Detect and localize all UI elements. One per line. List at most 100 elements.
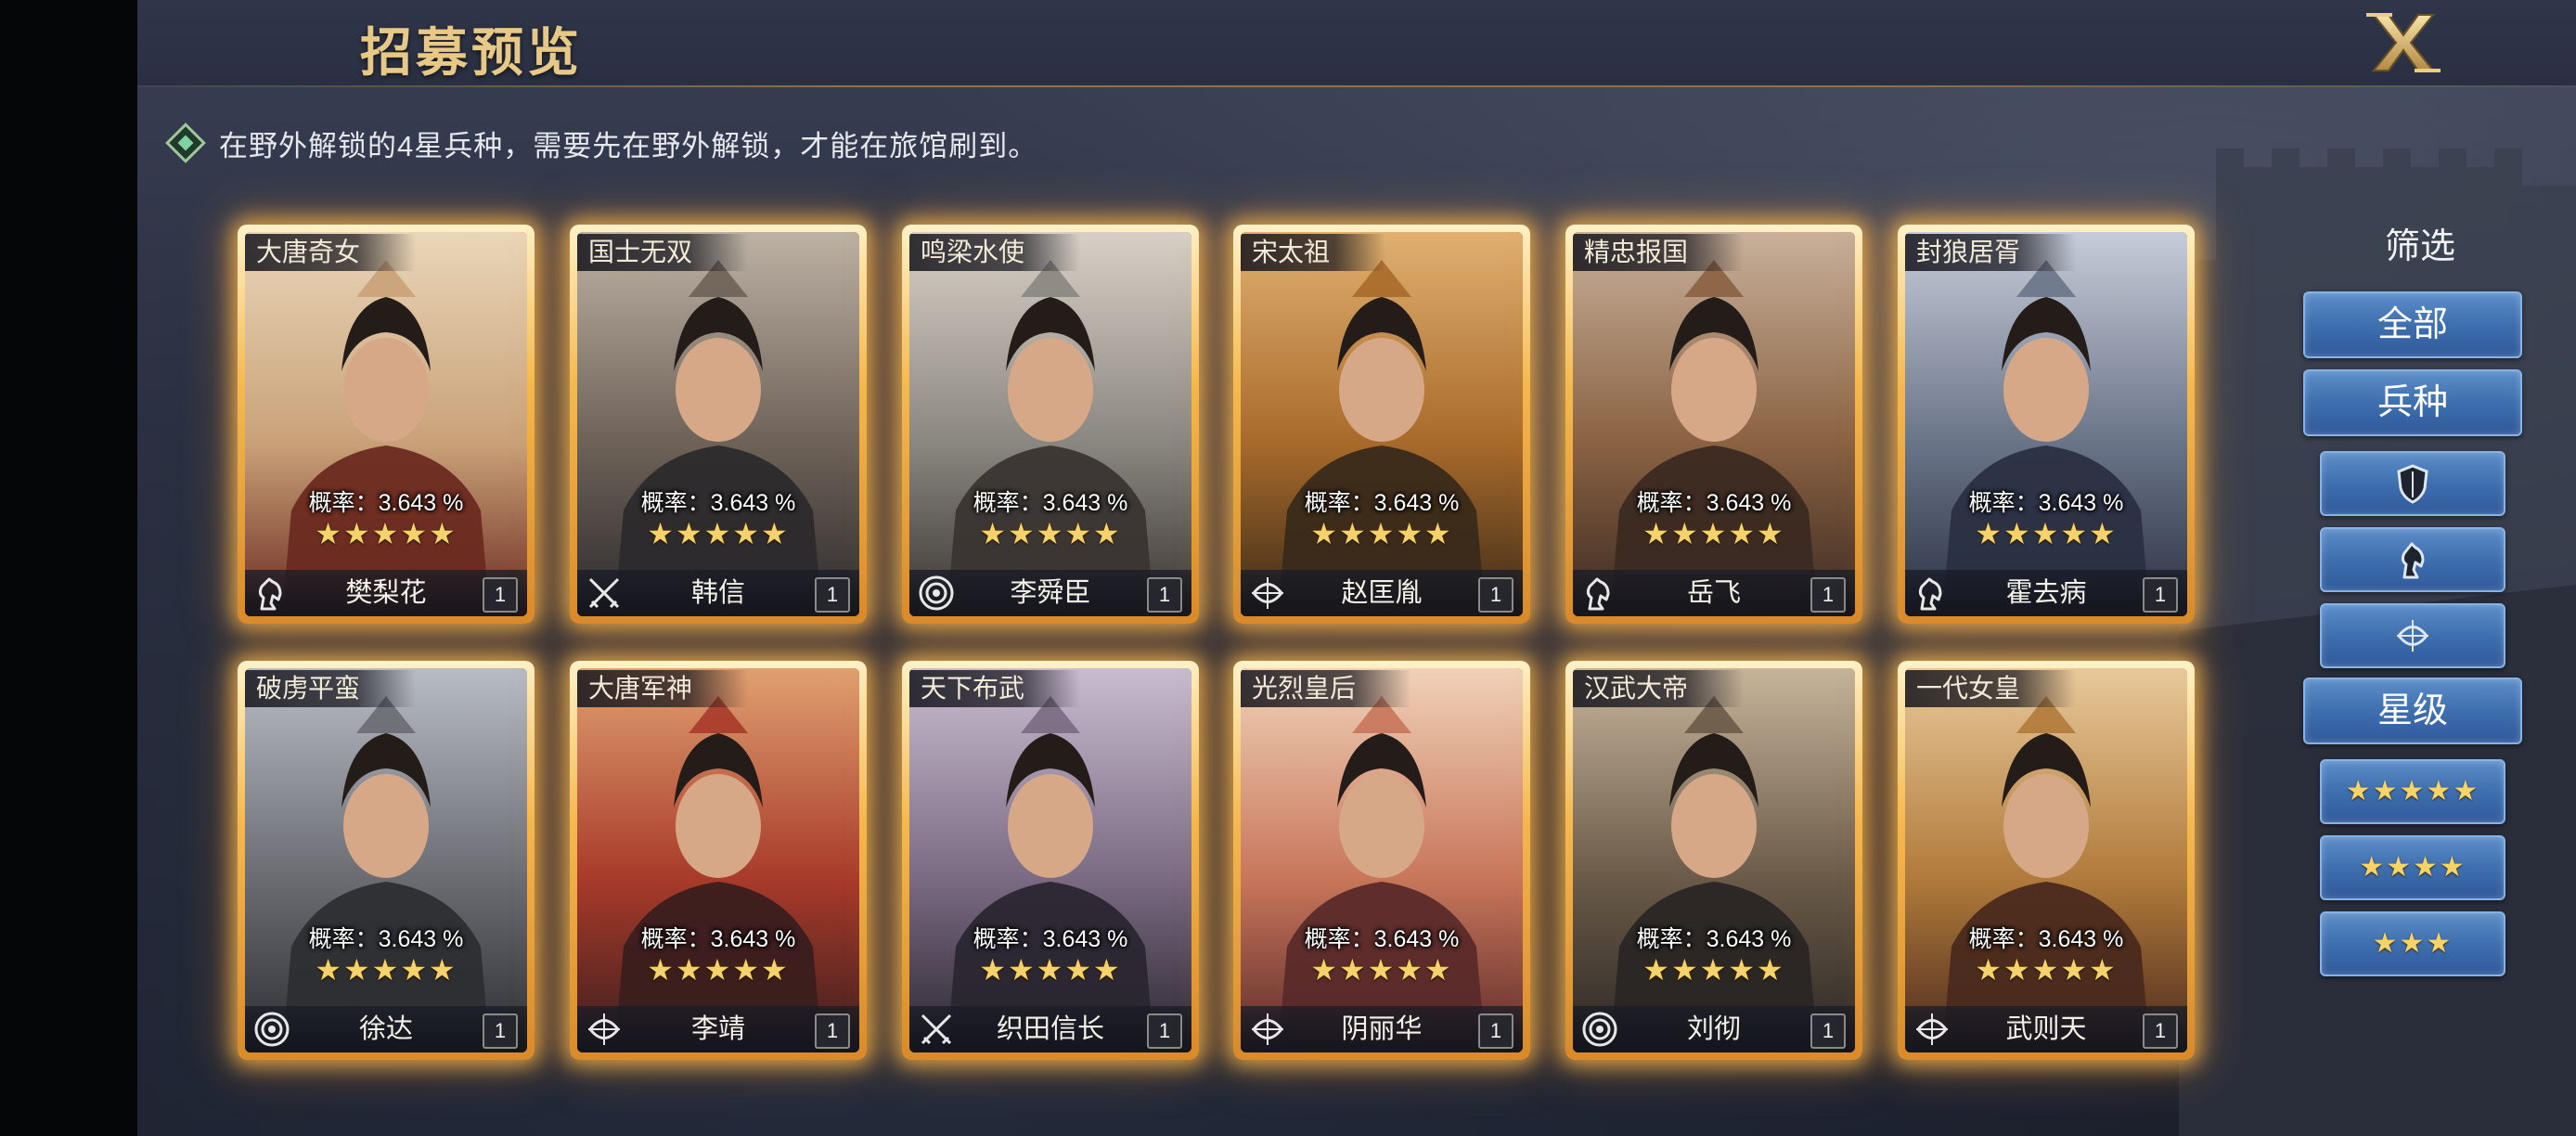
filter-4-star-button[interactable]: ★★★★ [2320, 835, 2505, 900]
hero-title: 一代女皇 [1905, 670, 2077, 707]
hero-count: 1 [1810, 1013, 1846, 1049]
hero-stars: ★★★★★ [1642, 517, 1785, 550]
filter-shield-button[interactable] [2320, 451, 2505, 516]
hero-name-bar: 李靖 1 [577, 1006, 859, 1052]
hero-card[interactable]: 破虏平蛮 概率：3.643 % ★★★★★ 徐达 1 [238, 661, 535, 1060]
hero-portrait-image [1905, 232, 2187, 616]
hero-rate: 概率：3.643 % [972, 926, 1128, 952]
hero-card[interactable]: 鸣梁水使 概率：3.643 % ★★★★★ 李舜臣 1 [902, 225, 1199, 624]
horse-icon [2401, 542, 2425, 579]
hero-name-bar: 赵匡胤 1 [1241, 570, 1523, 616]
hero-count: 1 [483, 577, 518, 613]
filter-all-button[interactable]: 全部 [2303, 291, 2522, 358]
hero-rate: 概率：3.643 % [1304, 926, 1460, 952]
hero-stars: ★★★★★ [1310, 517, 1453, 550]
filter-star-level-button[interactable]: 星级 [2303, 678, 2522, 744]
hero-title: 光烈皇后 [1241, 670, 1412, 707]
hero-card[interactable]: 封狼居胥 概率：3.643 % ★★★★★ 霍去病 1 [1898, 225, 2195, 624]
card-inner: 破虏平蛮 概率：3.643 % ★★★★★ 徐达 1 [245, 668, 527, 1052]
card-inner: 国士无双概率：3.643 % ★★★★★ 韩信 1 [577, 232, 859, 616]
hero-count: 1 [2143, 1013, 2178, 1049]
hero-portrait-image [245, 668, 527, 1052]
card-inner: 大唐奇女 概率：3.643 % ★★★★★ 樊梨花 1 [245, 232, 527, 616]
hero-count: 1 [483, 1013, 518, 1049]
filter-horse-button[interactable] [2320, 527, 2505, 592]
hero-portrait-image [1241, 668, 1523, 1052]
filter-troop-type-button[interactable]: 兵种 [2303, 369, 2522, 436]
hero-card[interactable]: 天下布武 概率：3.643 % ★★★★★ 织田信长 1 [902, 661, 1199, 1060]
hero-name-bar: 武则天 1 [1905, 1006, 2187, 1052]
diamond-bullet-icon [165, 123, 206, 163]
hero-card[interactable]: 大唐奇女 概率：3.643 % ★★★★★ 樊梨花 1 [238, 225, 535, 624]
hero-card[interactable]: 国士无双概率：3.643 % ★★★★★ 韩信 1 [570, 225, 867, 624]
hero-title: 天下布武 [909, 670, 1081, 707]
hero-title: 大唐奇女 [245, 234, 417, 271]
card-inner: 封狼居胥 概率：3.643 % ★★★★★ 霍去病 1 [1905, 232, 2187, 616]
hero-portrait-image [909, 668, 1191, 1052]
hero-portrait-image [1573, 232, 1855, 616]
hero-rate: 概率：3.643 % [640, 490, 796, 516]
hero-count: 1 [815, 1013, 850, 1049]
hero-title: 宋太祖 [1241, 234, 1386, 271]
hero-rate: 概率：3.643 % [308, 926, 464, 952]
hero-count: 1 [1478, 577, 1513, 613]
hero-rate: 概率：3.643 % [308, 490, 464, 516]
notice-text: 在野外解锁的4星兵种，需要先在野外解锁，才能在旅馆刷到。 [219, 129, 1038, 162]
page-title: 招募预览 [360, 23, 583, 82]
bow-icon [2397, 620, 2428, 652]
hero-stars: ★★★★★ [1310, 953, 1453, 987]
recruit-preview-panel: 招募预览 在野外解锁的4星兵种，需要先在野外解锁，才能在旅馆刷到。 筛选 全部 … [137, 0, 2576, 1136]
hero-stars: ★★★★★ [1975, 953, 2118, 987]
hero-portrait-image [1241, 232, 1523, 616]
hero-rate: 概率：3.643 % [1968, 926, 2124, 952]
left-black-bar [0, 0, 137, 1136]
hero-portrait-image [909, 232, 1191, 616]
card-inner: 大唐军神概率：3.643 % ★★★★★ 李靖 1 [577, 668, 859, 1052]
hero-portrait-image [1573, 668, 1855, 1052]
hero-name-bar: 韩信 1 [577, 570, 859, 616]
hero-count: 1 [1810, 577, 1846, 613]
hero-title: 精忠报国 [1573, 234, 1745, 271]
hero-count: 1 [2143, 577, 2178, 613]
card-inner: 天下布武 概率：3.643 % ★★★★★ 织田信长 1 [909, 668, 1191, 1052]
hero-title: 鸣梁水使 [909, 234, 1081, 271]
shield-icon [2397, 464, 2428, 504]
hero-count: 1 [1147, 577, 1182, 613]
hero-name-bar: 织田信长 1 [909, 1006, 1191, 1052]
hero-card[interactable]: 汉武大帝 概率：3.643 % ★★★★★ 刘彻 1 [1565, 661, 1862, 1060]
hero-card[interactable]: 精忠报国 概率：3.643 % ★★★★★ 岳飞 1 [1565, 225, 1862, 624]
hero-portrait-image [577, 668, 859, 1052]
hero-count: 1 [1478, 1013, 1513, 1049]
hero-title: 大唐军神 [577, 670, 749, 707]
hero-card[interactable]: 一代女皇概率：3.643 % ★★★★★ 武则天 1 [1898, 661, 2195, 1060]
hero-name-bar: 樊梨花 1 [245, 570, 527, 616]
close-button[interactable] [2361, 9, 2446, 76]
card-inner: 宋太祖 概率：3.643 % ★★★★★ 赵匡胤 1 [1241, 232, 1523, 616]
hero-name-bar: 岳飞 1 [1573, 570, 1855, 616]
hero-stars: ★★★★★ [1975, 517, 2118, 550]
filter-5-star-button[interactable]: ★★★★★ [2320, 759, 2505, 824]
hero-title: 国士无双 [577, 234, 749, 271]
hero-count: 1 [1147, 1013, 1182, 1049]
card-inner: 精忠报国 概率：3.643 % ★★★★★ 岳飞 1 [1573, 232, 1855, 616]
hero-name-bar: 徐达 1 [245, 1006, 527, 1052]
card-inner: 汉武大帝 概率：3.643 % ★★★★★ 刘彻 1 [1573, 668, 1855, 1052]
filter-bow-button[interactable] [2320, 603, 2505, 668]
hero-card[interactable]: 大唐军神概率：3.643 % ★★★★★ 李靖 1 [570, 661, 867, 1060]
hero-portrait-image [245, 232, 527, 616]
hero-card[interactable]: 宋太祖 概率：3.643 % ★★★★★ 赵匡胤 1 [1233, 225, 1530, 624]
filter-3-star-button[interactable]: ★★★ [2320, 911, 2505, 976]
hero-portrait-image [577, 232, 859, 616]
card-inner: 光烈皇后 概率：3.643 % ★★★★★ 阴丽华 1 [1241, 668, 1523, 1052]
hero-stars: ★★★★★ [315, 953, 457, 987]
hero-name-bar: 刘彻 1 [1573, 1006, 1855, 1052]
hero-stars: ★★★★★ [647, 517, 790, 550]
hero-rate: 概率：3.643 % [972, 490, 1128, 516]
notice-row: 在野外解锁的4星兵种，需要先在野外解锁，才能在旅馆刷到。 [165, 119, 1037, 167]
hero-card[interactable]: 光烈皇后 概率：3.643 % ★★★★★ 阴丽华 1 [1233, 661, 1530, 1060]
hero-rate: 概率：3.643 % [1636, 926, 1792, 952]
hero-rate: 概率：3.643 % [640, 926, 796, 952]
card-inner: 鸣梁水使 概率：3.643 % ★★★★★ 李舜臣 1 [909, 232, 1191, 616]
hero-stars: ★★★★★ [647, 953, 790, 987]
hero-rate: 概率：3.643 % [1968, 490, 2124, 516]
